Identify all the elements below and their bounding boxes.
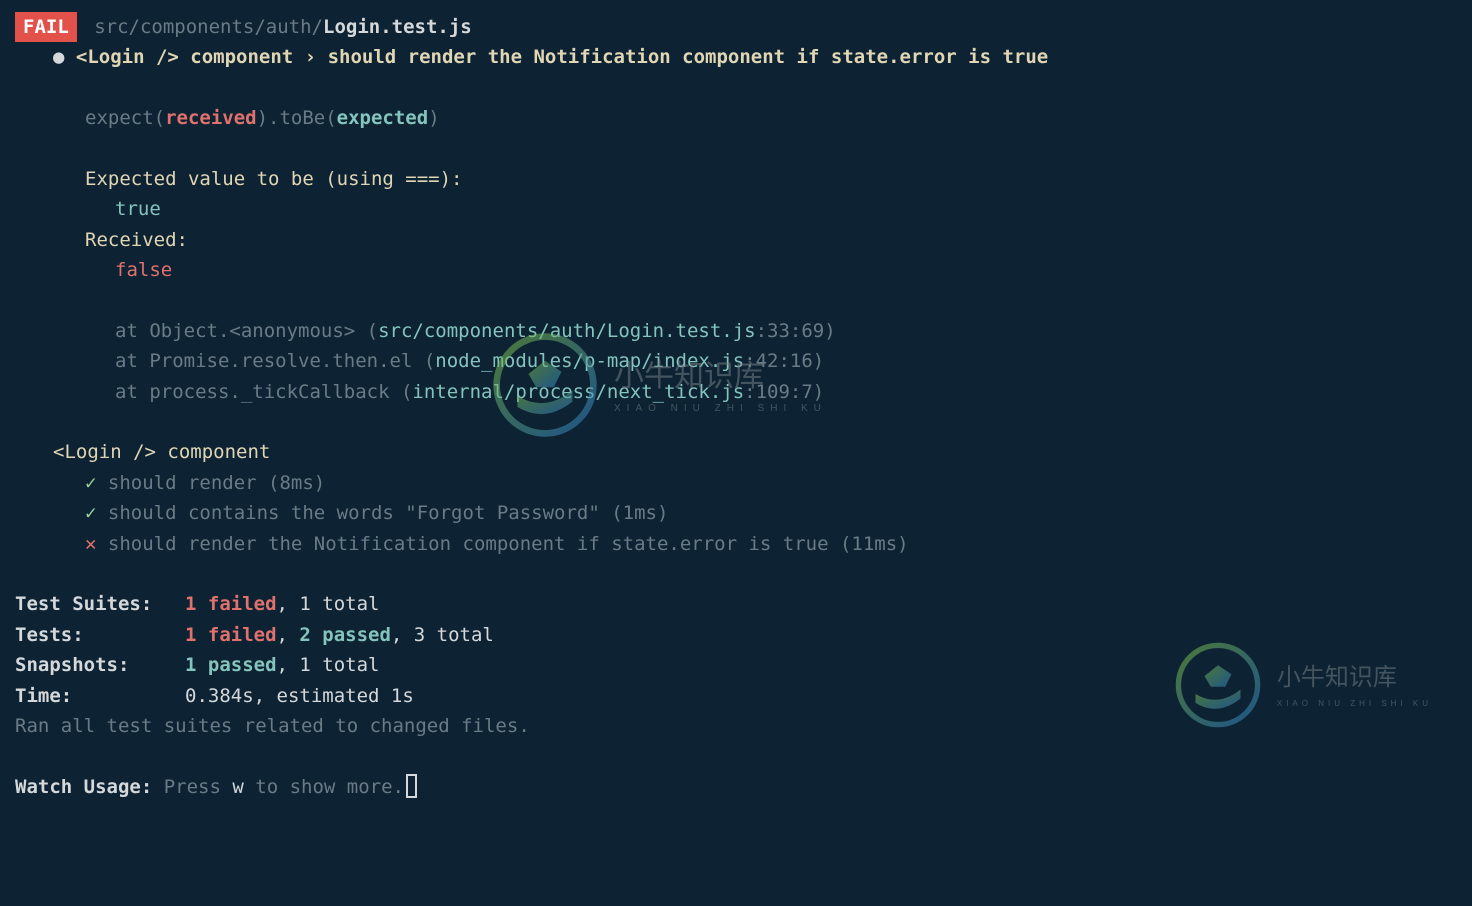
- summary-pass: 1 passed: [185, 654, 277, 676]
- stack-file: node_modules/p-map/index.js: [435, 350, 744, 372]
- header-line: FAIL src/components/auth/Login.test.js: [15, 12, 1457, 42]
- summary-fail: 1 failed: [185, 624, 277, 646]
- expect-p2: ).toBe(: [257, 107, 337, 129]
- expect-expected: expected: [337, 107, 429, 129]
- summary-ran: Ran all test suites related to changed f…: [15, 711, 1457, 741]
- summary-rest: , 3 total: [391, 624, 494, 646]
- watch-usage-line: Watch Usage: Press w to show more.: [15, 772, 1457, 802]
- summary-mid: ,: [277, 624, 300, 646]
- stack-pre: at Object.<anonymous> (: [115, 320, 378, 342]
- check-icon: ✓: [85, 472, 108, 494]
- summary-tests: Tests:1 failed, 2 passed, 3 total: [15, 620, 1457, 650]
- stack-pre: at Promise.resolve.then.el (: [115, 350, 435, 372]
- fail-sep: ›: [293, 46, 327, 68]
- stack-line-2: at Promise.resolve.then.el (node_modules…: [15, 346, 1457, 376]
- test-label: should contains the words "Forgot Passwo…: [108, 502, 669, 524]
- stack-pre: at process._tickCallback (: [115, 381, 412, 403]
- stack-line-3: at process._tickCallback (internal/proce…: [15, 377, 1457, 407]
- summary-pass: 2 passed: [299, 624, 391, 646]
- test-fail-1: ✕ should render the Notification compone…: [15, 529, 1457, 559]
- summary-suites: Test Suites:1 failed, 1 total: [15, 589, 1457, 619]
- failing-test-line: ● <Login /> component › should render th…: [15, 42, 1457, 72]
- stack-file: internal/process/next_tick.js: [412, 381, 744, 403]
- test-pass-2: ✓ should contains the words "Forgot Pass…: [15, 498, 1457, 528]
- expect-p3: ): [428, 107, 439, 129]
- fail-badge: FAIL: [15, 12, 77, 42]
- cross-icon: ✕: [85, 533, 108, 555]
- expect-received: received: [165, 107, 257, 129]
- summary-label: Test Suites:: [15, 589, 185, 619]
- summary-rest: , 1 total: [277, 654, 380, 676]
- check-icon: ✓: [85, 502, 108, 524]
- watch-label: Watch Usage:: [15, 776, 152, 798]
- summary-label: Tests:: [15, 620, 185, 650]
- stack-file: src/components/auth/Login.test.js: [378, 320, 756, 342]
- summary-rest: , 1 total: [277, 593, 380, 615]
- summary-time: Time:0.384s, estimated 1s: [15, 681, 1457, 711]
- expected-value: true: [15, 194, 1457, 224]
- expected-intro: Expected value to be (using ===):: [15, 164, 1457, 194]
- file-path-dim: src/components/auth/: [94, 16, 323, 38]
- file-path-name: Login.test.js: [323, 16, 472, 38]
- stack-line-1: at Object.<anonymous> (src/components/au…: [15, 316, 1457, 346]
- test-pass-1: ✓ should render (8ms): [15, 468, 1457, 498]
- summary-snapshots: Snapshots:1 passed, 1 total: [15, 650, 1457, 680]
- received-value: false: [15, 255, 1457, 285]
- summary-fail: 1 failed: [185, 593, 277, 615]
- test-label: should render (8ms): [108, 472, 325, 494]
- summary-rest: 0.384s, estimated 1s: [185, 685, 414, 707]
- fail-desc: should render the Notification component…: [328, 46, 1049, 68]
- test-label: should render the Notification component…: [108, 533, 909, 555]
- expect-line: expect(received).toBe(expected): [15, 103, 1457, 133]
- fail-prefix: <Login /> component: [76, 46, 293, 68]
- received-label: Received:: [15, 225, 1457, 255]
- cursor-icon: [406, 774, 417, 798]
- watch-key: w: [232, 776, 243, 798]
- bullet-icon: ●: [53, 46, 76, 68]
- stack-loc: :42:16): [744, 350, 824, 372]
- summary-label: Snapshots:: [15, 650, 185, 680]
- watch-post: to show more.: [244, 776, 404, 798]
- watch-pre: Press: [152, 776, 232, 798]
- expect-p1: expect(: [85, 107, 165, 129]
- stack-loc: :109:7): [744, 381, 824, 403]
- summary-label: Time:: [15, 681, 185, 711]
- stack-loc: :33:69): [756, 320, 836, 342]
- suite-title: <Login /> component: [15, 437, 1457, 467]
